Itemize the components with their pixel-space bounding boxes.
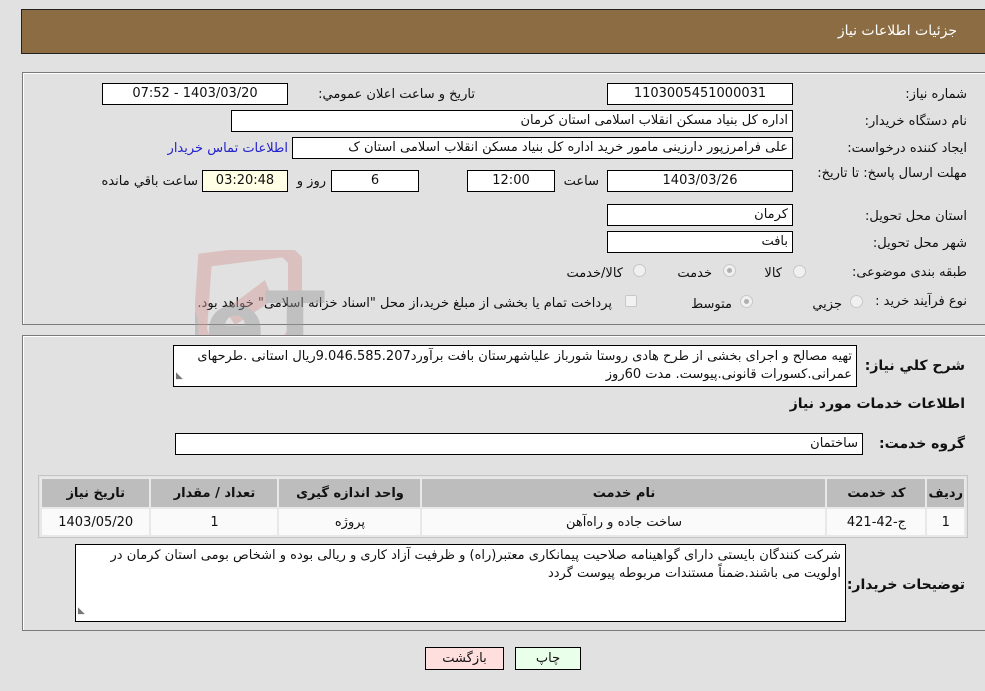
city-label: شهر محل تحويل:	[872, 236, 967, 251]
deadline-time-label: ساعت	[563, 174, 599, 189]
remaining-label: ساعت باقي مانده	[101, 174, 198, 189]
requester-label: ایجاد کننده درخواست:	[847, 141, 967, 156]
table-row: 1 ج-42-421 ساخت جاده و راه‌آهن پروژه 1 1…	[39, 507, 966, 537]
buyer-org-field: اداره کل بنیاد مسکن انقلاب اسلامی استان …	[231, 110, 793, 132]
cell-service-code: ج-42-421	[825, 507, 928, 537]
service-group-label: گروه خدمت:	[879, 436, 965, 452]
purchase-radio-minor[interactable]	[850, 295, 863, 308]
province-field: کرمان	[607, 204, 793, 226]
back-button[interactable]: بازگشت	[425, 647, 504, 670]
cell-row-number: 1	[925, 507, 966, 537]
need-number-field: 1103005451000031	[607, 83, 793, 105]
category-option-goods-service: کالا/خدمت	[566, 266, 623, 281]
description-text: تهیه مصالح و اجرای بخشی از طرح هادی روست…	[197, 349, 852, 382]
services-section-title: اطلاعات خدمات مورد نياز	[789, 396, 965, 412]
col-service-code: کد خدمت	[825, 477, 928, 509]
need-number-label: شماره نیاز:	[905, 87, 967, 102]
announce-datetime-label: تاريخ و ساعت اعلان عمومي:	[318, 87, 475, 102]
days-label: روز و	[296, 174, 326, 189]
page-title: جزئیات اطلاعات نیاز	[837, 23, 957, 39]
purchase-radio-medium[interactable]	[740, 295, 753, 308]
purchase-option-minor: جزيي	[812, 297, 842, 312]
print-button[interactable]: چاپ	[515, 647, 581, 670]
col-row-number: رديف	[925, 477, 966, 509]
requester-field: علی فرامرزپور دارزینی مامور خرید اداره ک…	[292, 137, 793, 159]
remaining-days-field: 6	[331, 170, 419, 192]
buyer-contact-link[interactable]: اطلاعات تماس خريدار	[168, 141, 288, 156]
category-radio-service[interactable]	[723, 264, 736, 277]
cell-quantity: 1	[149, 507, 280, 537]
col-quantity: تعداد / مقدار	[149, 477, 280, 509]
city-field: بافت	[607, 231, 793, 253]
purchase-type-label: نوع فرآیند خرید :	[875, 294, 967, 309]
services-table: رديف کد خدمت نام خدمت واحد اندازه گيری ت…	[39, 477, 966, 537]
description-textarea[interactable]: تهیه مصالح و اجرای بخشی از طرح هادی روست…	[173, 345, 857, 387]
resize-grip-icon[interactable]: ◢	[176, 367, 183, 385]
announce-datetime-field: 1403/03/20 - 07:52	[102, 83, 288, 105]
buyer-notes-textarea[interactable]: شرکت کنندگان بایستی دارای گواهینامه صلاح…	[75, 544, 846, 622]
category-option-service: خدمت	[677, 266, 712, 281]
buyer-org-label: نام دستگاه خريدار:	[864, 114, 967, 129]
category-radio-goods[interactable]	[793, 265, 806, 278]
category-label: طبقه بندی موضوعی:	[851, 265, 967, 280]
buyer-notes-text: شرکت کنندگان بایستی دارای گواهینامه صلاح…	[110, 548, 841, 581]
cell-need-date: 1403/05/20	[39, 507, 152, 537]
purchase-option-medium: متوسط	[691, 297, 732, 312]
page-header: جزئیات اطلاعات نیاز	[21, 9, 985, 54]
col-service-name: نام خدمت	[420, 477, 828, 509]
description-label: شرح كلي نياز:	[864, 358, 965, 374]
deadline-date-field: 1403/03/26	[607, 170, 793, 192]
province-label: استان محل تحويل:	[865, 209, 967, 224]
resize-grip-icon[interactable]: ◢	[78, 602, 85, 620]
deadline-time-field: 12:00	[467, 170, 555, 192]
col-need-date: تاريخ نياز	[39, 477, 152, 509]
remaining-time-field: 03:20:48	[202, 170, 288, 192]
treasury-checkbox[interactable]	[625, 295, 637, 307]
deadline-label: مهلت ارسال پاسخ: تا تاريخ:	[817, 166, 967, 181]
category-radio-goods-service[interactable]	[633, 264, 646, 277]
cell-service-name: ساخت جاده و راه‌آهن	[420, 507, 828, 537]
service-group-field: ساختمان	[175, 433, 863, 455]
treasury-checkbox-label: پرداخت تمام یا بخشی از مبلغ خرید،از محل …	[197, 296, 612, 311]
category-option-goods: کالا	[764, 266, 782, 281]
buyer-notes-label: توضيحات خريدار:	[846, 577, 965, 593]
table-header-row: رديف کد خدمت نام خدمت واحد اندازه گيری ت…	[39, 477, 966, 509]
cell-unit: پروژه	[277, 507, 423, 537]
col-unit: واحد اندازه گيری	[277, 477, 423, 509]
